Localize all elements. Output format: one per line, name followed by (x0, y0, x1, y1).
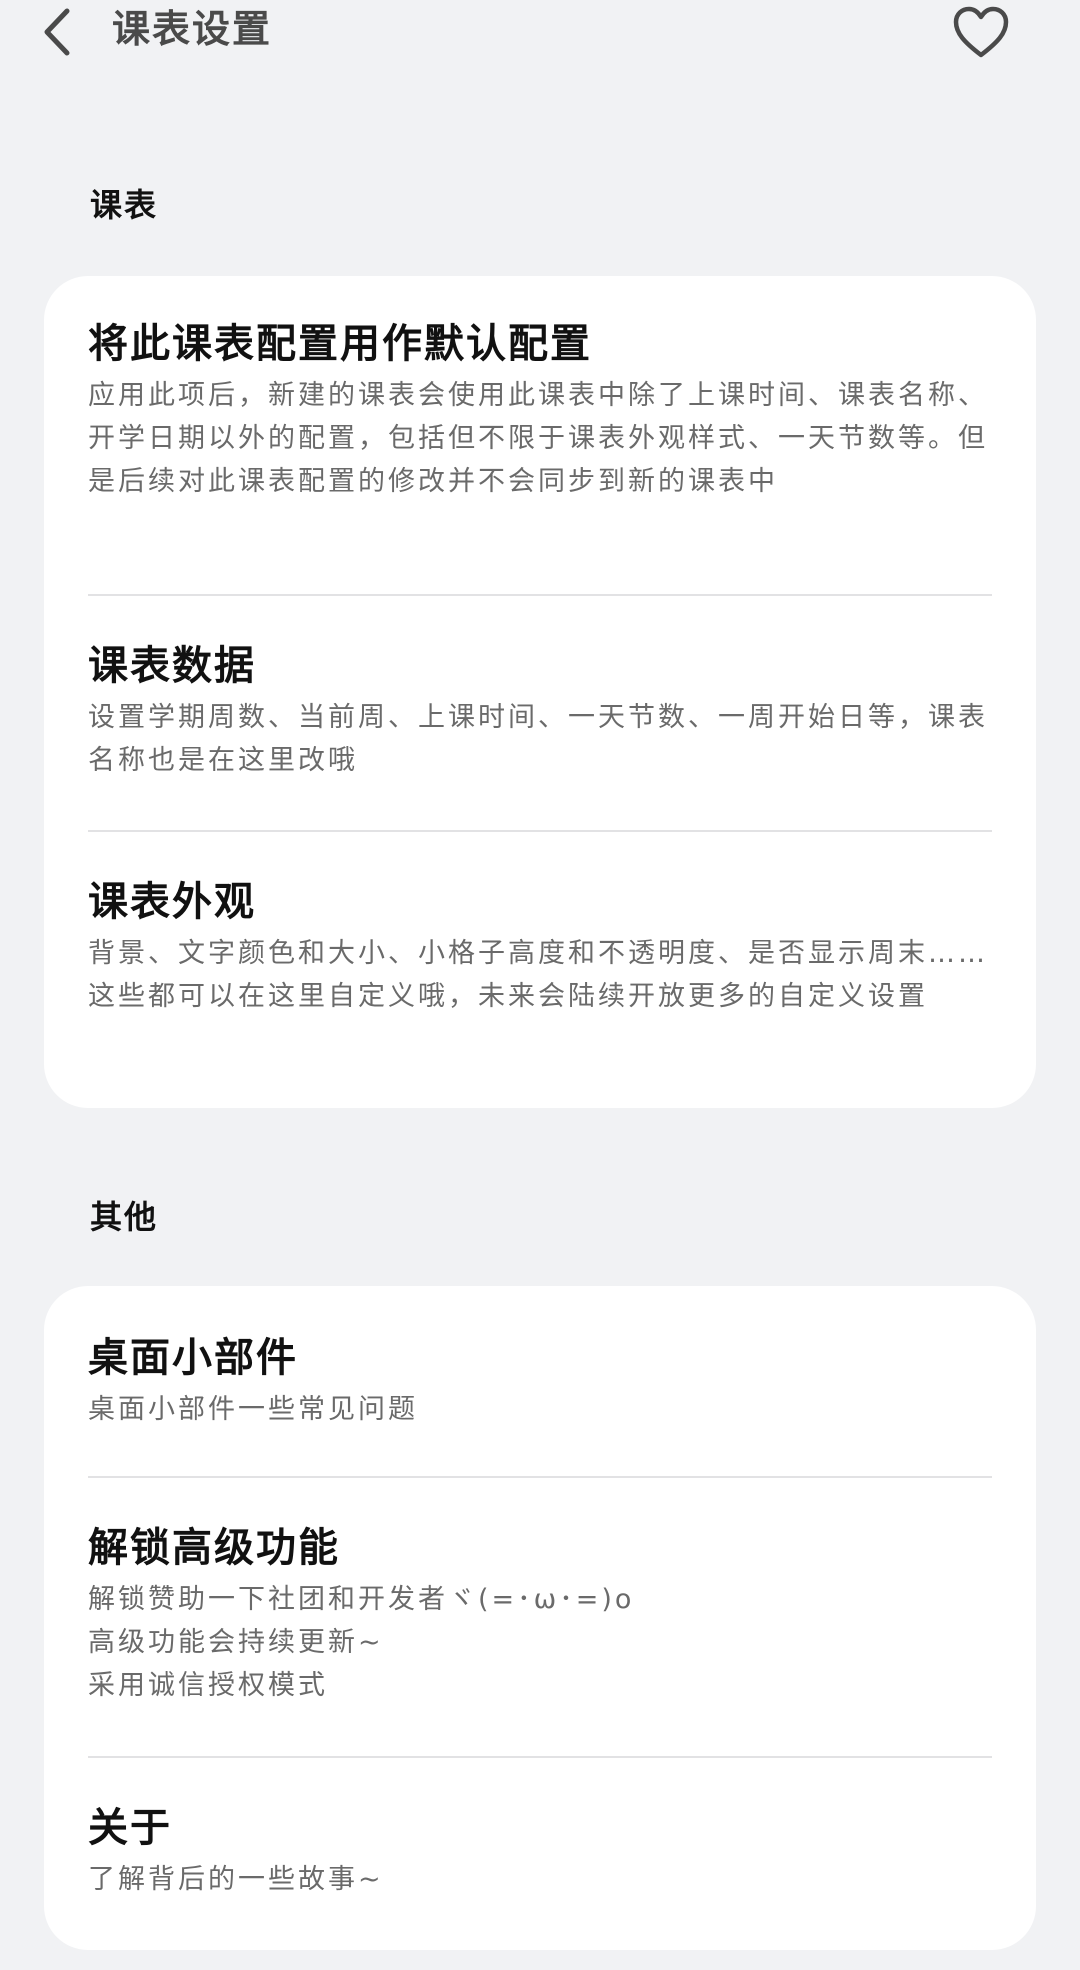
setting-item-desc: 背景、文字颜色和大小、小格子高度和不透明度、是否显示周末……这些都可以在这里自定… (88, 938, 988, 1012)
setting-item-schedule-data[interactable]: 课表数据 设置学期周数、当前周、上课时间、一天节数、一周开始日等，课表名称也是在… (88, 596, 992, 832)
setting-item-schedule-appearance[interactable]: 课表外观 背景、文字颜色和大小、小格子高度和不透明度、是否显示周末……这些都可以… (88, 832, 992, 1108)
setting-item-desc: 解锁赞助一下社团和开发者ヾ(=･ω･=)o 高级功能会持续更新~ 采用诚信授权模… (88, 1584, 635, 1701)
favorite-button[interactable] (950, 4, 1012, 62)
setting-item-about[interactable]: 关于 了解背后的一些故事~ (88, 1758, 992, 1950)
setting-item-title: 课表数据 (88, 643, 256, 689)
section-label-other: 其他 (90, 1198, 159, 1236)
setting-item-desc: 桌面小部件一些常见问题 (88, 1394, 418, 1425)
heart-outline-icon (953, 6, 1009, 58)
setting-item-title: 将此课表配置用作默认配置 (88, 321, 592, 367)
section-label-schedule: 课表 (90, 186, 159, 224)
setting-item-title: 解锁高级功能 (88, 1525, 340, 1571)
chevron-left-icon (44, 8, 70, 56)
page-title: 课表设置 (112, 7, 273, 51)
settings-card-other: 桌面小部件 桌面小部件一些常见问题 解锁高级功能 解锁赞助一下社团和开发者ヾ(=… (44, 1286, 1036, 1950)
settings-card-schedule: 将此课表配置用作默认配置 应用此项后，新建的课表会使用此课表中除了上课时间、课表… (44, 276, 1036, 1108)
top-app-bar: 课表设置 (0, 0, 1080, 70)
setting-item-title: 桌面小部件 (88, 1335, 298, 1381)
setting-item-unlock-premium[interactable]: 解锁高级功能 解锁赞助一下社团和开发者ヾ(=･ω･=)o 高级功能会持续更新~ … (88, 1478, 992, 1758)
setting-item-desc: 应用此项后，新建的课表会使用此课表中除了上课时间、课表名称、开学日期以外的配置，… (88, 380, 988, 497)
setting-item-desc: 设置学期周数、当前周、上课时间、一天节数、一周开始日等，课表名称也是在这里改哦 (88, 702, 988, 776)
back-button[interactable] (36, 6, 76, 58)
setting-item-title: 关于 (88, 1805, 172, 1851)
setting-item-title: 课表外观 (88, 879, 256, 925)
setting-item-widget[interactable]: 桌面小部件 桌面小部件一些常见问题 (88, 1286, 992, 1478)
setting-item-default-config[interactable]: 将此课表配置用作默认配置 应用此项后，新建的课表会使用此课表中除了上课时间、课表… (88, 276, 992, 596)
setting-item-desc: 了解背后的一些故事~ (88, 1864, 384, 1895)
